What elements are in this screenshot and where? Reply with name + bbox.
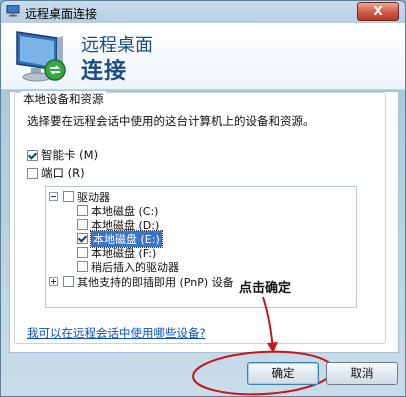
tree-item-label: 其他支持的即插即用 (PnP) 设备 — [77, 275, 234, 289]
header-banner: 远程桌面 连接 — [1, 23, 405, 90]
device-tree: 驱动器 本地磁盘 (C:) 本地磁盘 (D:) 本地磁盘 (E:) 本地磁盘 (… — [45, 186, 357, 308]
local-devices-group: 本地设备和资源 选择要在远程会话中使用的这台计算机上的设备和资源。 智能卡 (M… — [14, 91, 386, 344]
title-bar: 远程桌面连接 X — [1, 1, 405, 23]
remote-desktop-dialog: 远程桌面连接 X 远程桌面 连接 本地设备和资源 选择要在远程会话中使用的这台计… — [0, 0, 406, 397]
drives-checkbox[interactable] — [63, 191, 74, 202]
later-drives-checkbox[interactable] — [77, 261, 88, 272]
pnp-devices-checkbox[interactable] — [63, 276, 74, 287]
tree-item-drive-f[interactable]: 本地磁盘 (F:) — [77, 246, 156, 260]
tree-item-drive-c[interactable]: 本地磁盘 (C:) — [77, 204, 158, 218]
cancel-button[interactable]: 取消 — [326, 362, 398, 385]
smart-card-checkbox[interactable] — [27, 149, 38, 161]
content-panel: 本地设备和资源 选择要在远程会话中使用的这台计算机上的设备和资源。 智能卡 (M… — [9, 91, 399, 353]
header-subtitle: 连接 — [81, 59, 128, 84]
ok-button[interactable]: 确定 — [247, 362, 319, 385]
drive-d-checkbox[interactable] — [77, 219, 88, 230]
smart-card-option[interactable]: 智能卡 (M) — [27, 148, 98, 162]
tree-item-later-drives[interactable]: 稍后插入的驱动器 — [77, 260, 179, 274]
drive-e-checkbox[interactable] — [77, 233, 88, 244]
remote-desktop-app-icon — [6, 5, 20, 17]
drive-f-checkbox[interactable] — [77, 247, 88, 258]
annotation-label: 点击确定 — [239, 281, 292, 296]
tree-item-drive-d[interactable]: 本地磁盘 (D:) — [77, 218, 159, 232]
close-button[interactable]: X — [357, 2, 399, 21]
ports-checkbox[interactable] — [27, 167, 38, 179]
remote-desktop-monitor-icon — [16, 31, 66, 82]
smart-card-label: 智能卡 (M) — [41, 148, 99, 162]
help-link[interactable]: 我可以在远程会话中使用哪些设备? — [27, 325, 206, 341]
tree-item-drive-e[interactable]: 本地磁盘 (E:) — [77, 229, 163, 248]
window-title: 远程桌面连接 — [25, 7, 98, 21]
ports-option[interactable]: 端口 (R) — [27, 166, 85, 180]
collapse-expander-icon[interactable] — [49, 192, 58, 201]
group-legend: 本地设备和资源 — [21, 91, 106, 107]
tree-item-drives[interactable]: 驱动器 — [49, 190, 110, 204]
ports-label: 端口 (R) — [41, 166, 85, 180]
tree-item-pnp-devices[interactable]: 其他支持的即插即用 (PnP) 设备 — [49, 275, 234, 289]
expand-expander-icon[interactable] — [49, 277, 58, 286]
drive-c-checkbox[interactable] — [77, 205, 88, 216]
tree-item-label: 稍后插入的驱动器 — [91, 260, 179, 274]
group-description: 选择要在远程会话中使用的这台计算机上的设备和资源。 — [27, 114, 315, 128]
